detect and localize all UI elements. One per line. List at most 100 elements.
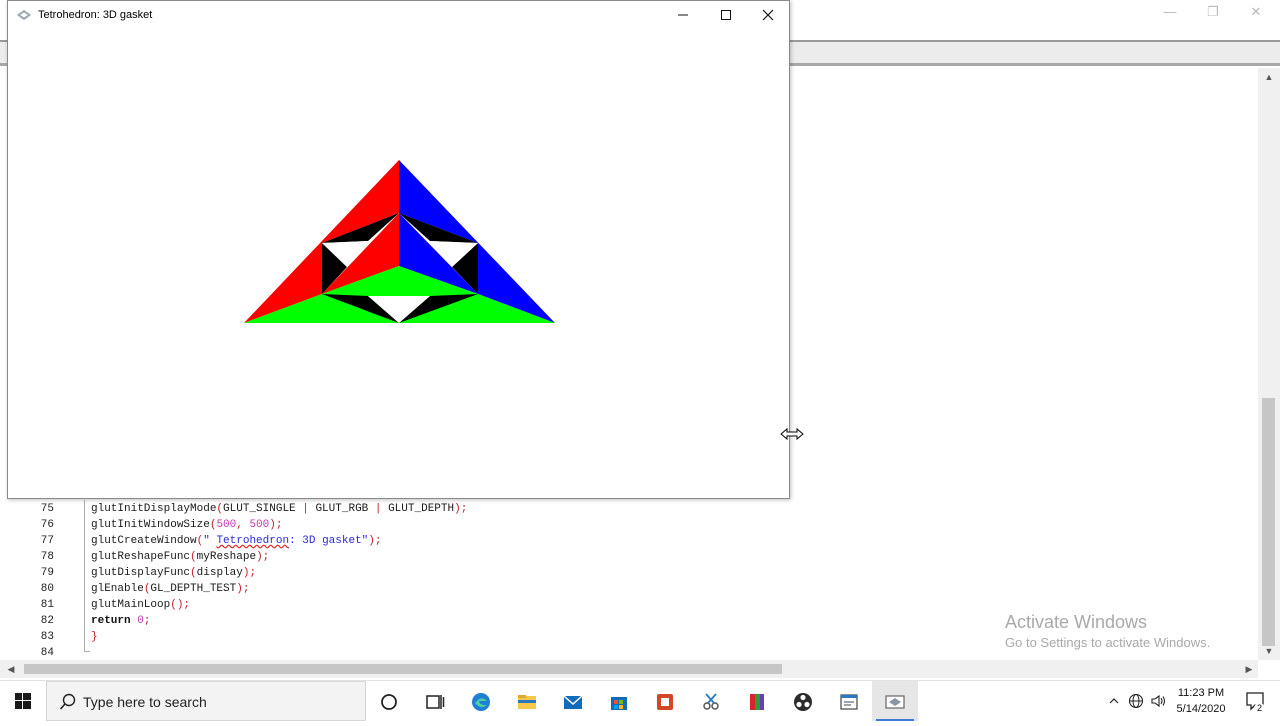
volume-button[interactable] [1148, 681, 1168, 721]
winrar-button[interactable] [734, 681, 780, 721]
glut-minimize-button[interactable] [661, 1, 705, 30]
task-view-icon [426, 695, 445, 709]
sierpinski-gasket-render [244, 160, 555, 323]
line-number: 76 [40, 519, 54, 531]
chevron-up-icon [1109, 698, 1119, 704]
code-token: ); [454, 503, 468, 515]
line-number: 80 [40, 583, 54, 595]
glut-window-title: Tetrohedron: 3D gasket [38, 9, 153, 21]
code-text: } [91, 629, 98, 645]
clock-date: 5/14/2020 [1176, 703, 1226, 715]
code-token: glutDisplayFunc [91, 567, 191, 579]
code-text: glutInitWindowSize(500, 500); [91, 517, 282, 533]
vertical-scrollbar[interactable]: ▲ ▼ [1258, 68, 1280, 660]
windows-logo-icon [15, 693, 31, 709]
search-icon [59, 693, 76, 710]
code-token: 500 [216, 519, 237, 531]
snipping-tool-button[interactable] [688, 681, 734, 721]
code-token: } [91, 631, 98, 643]
code-text: glutReshapeFunc(myReshape); [91, 549, 269, 565]
code-line[interactable]: 79 glutDisplayFunc(display); [0, 565, 1258, 581]
vertical-scroll-thumb[interactable] [1262, 398, 1275, 646]
horizontal-scrollbar[interactable]: ◀ ▶ [0, 660, 1258, 678]
code-token: GL_DEPTH_TEST [150, 583, 237, 595]
clock-time: 11:23 PM [1177, 687, 1225, 699]
taskbar-search-box[interactable]: Type here to search [46, 681, 366, 721]
ide-restore-button[interactable]: ❐ [1193, 2, 1233, 22]
winrar-icon [750, 694, 764, 710]
edge-button[interactable] [458, 681, 504, 721]
show-hidden-icons-button[interactable] [1104, 681, 1124, 721]
scroll-right-arrow-icon[interactable]: ▶ [1242, 662, 1256, 676]
gl-render-canvas[interactable] [8, 30, 789, 498]
close-icon [762, 9, 774, 21]
code-line[interactable]: 77 glutCreateWindow(" Tetrohedron: 3D gas… [0, 533, 1258, 549]
code-text: glutInitDisplayMode(GLUT_SINGLE | GLUT_R… [91, 501, 467, 517]
office-button[interactable] [642, 681, 688, 721]
code-token: glutInitDisplayMode [91, 503, 217, 515]
glut-maximize-button[interactable] [704, 1, 748, 30]
file-explorer-icon [518, 695, 536, 709]
code-token: (); [170, 599, 191, 611]
code-token: ( [190, 551, 197, 563]
obs-icon [794, 693, 812, 711]
code-token: ); [368, 535, 382, 547]
line-number: 77 [40, 535, 54, 547]
code-token: GLUT_DEPTH [381, 503, 455, 515]
code-token: | [302, 503, 309, 515]
start-button[interactable] [0, 681, 46, 721]
glut-close-button[interactable] [746, 1, 790, 30]
code-text: glutCreateWindow(" Tetrohedron: 3D gaske… [91, 533, 381, 549]
code-token: ); [269, 519, 283, 531]
code-token: ); [242, 567, 257, 579]
ide-close-button[interactable]: ✕ [1236, 2, 1276, 22]
edge-icon [472, 693, 490, 711]
notification-icon [1246, 692, 1264, 711]
code-token: glEnable [91, 583, 144, 595]
obs-button[interactable] [780, 681, 826, 721]
codeblocks-button[interactable] [826, 681, 872, 721]
task-view-button[interactable] [412, 681, 458, 721]
scroll-left-arrow-icon[interactable]: ◀ [4, 662, 18, 676]
scroll-up-arrow-icon[interactable]: ▲ [1262, 70, 1276, 84]
code-token: glutInitWindowSize [91, 519, 210, 531]
horizontal-scroll-thumb[interactable] [24, 664, 782, 674]
line-number: 83 [40, 631, 54, 643]
scroll-down-arrow-icon[interactable]: ▼ [1262, 644, 1276, 658]
taskbar: Type here to search 11:23 PM 5/14/2020 2 [0, 680, 1280, 721]
code-text: glutMainLoop(); [91, 597, 190, 613]
code-line[interactable]: 80 glEnable(GL_DEPTH_TEST); [0, 581, 1258, 597]
glut-app-icon [885, 695, 905, 709]
code-token: ; [143, 615, 151, 627]
code-token: myReshape [196, 551, 257, 563]
office-icon [657, 694, 673, 710]
glut-window-taskbar-button[interactable] [872, 681, 918, 721]
file-explorer-button[interactable] [504, 681, 550, 721]
activate-subtitle: Go to Settings to activate Windows. [1005, 635, 1211, 650]
code-token: GLUT_RGB [308, 503, 375, 515]
mail-button[interactable] [550, 681, 596, 721]
code-line[interactable]: 76 glutInitWindowSize(500, 500); [0, 517, 1258, 533]
notification-count-badge: 2 [1254, 703, 1265, 714]
code-token: 500 [249, 519, 270, 531]
code-token: GLUT_SINGLE [223, 503, 303, 515]
store-button[interactable] [596, 681, 642, 721]
resize-cursor-icon [780, 427, 804, 441]
network-button[interactable] [1126, 681, 1146, 721]
code-text: return 0; [91, 613, 150, 629]
code-line[interactable]: 78 glutReshapeFunc(myReshape); [0, 549, 1258, 565]
cortana-icon [381, 694, 397, 710]
glut-titlebar[interactable]: Tetrohedron: 3D gasket [8, 1, 789, 30]
code-line[interactable]: 75 glutInitDisplayMode(GLUT_SINGLE | GLUT… [0, 501, 1258, 517]
ide-minimize-button[interactable]: — [1150, 2, 1190, 22]
action-center-button[interactable] [1236, 681, 1276, 721]
code-token: , [236, 519, 250, 531]
active-indicator [876, 719, 914, 721]
glut-window[interactable]: Tetrohedron: 3D gasket [7, 0, 790, 499]
codeblocks-icon [840, 694, 858, 710]
cortana-button[interactable] [366, 681, 412, 721]
code-token: : 3D gasket" [289, 535, 369, 547]
taskbar-clock[interactable]: 11:23 PM 5/14/2020 [1170, 685, 1232, 717]
line-number: 82 [40, 615, 54, 627]
mail-icon [563, 695, 583, 709]
